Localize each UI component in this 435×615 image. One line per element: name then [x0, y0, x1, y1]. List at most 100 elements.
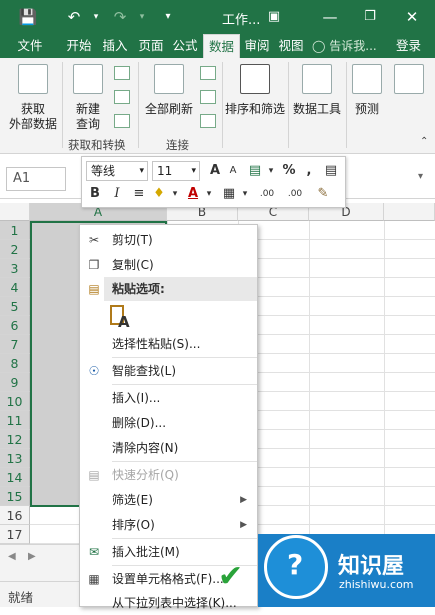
tab-data[interactable]: 数据	[203, 34, 240, 58]
redo-dropdown-icon: ▾	[139, 12, 145, 22]
menu-item-sort[interactable]: 排序(O) ▶	[80, 513, 257, 537]
save-icon[interactable]: 💾	[18, 7, 38, 27]
row-header[interactable]: 13	[0, 449, 30, 468]
smart-lookup-icon: ☉	[88, 364, 100, 378]
tab-formulas[interactable]: 公式	[168, 34, 202, 58]
refresh-all-button[interactable]: 全部刷新	[142, 64, 196, 117]
row-header[interactable]: 5	[0, 297, 30, 316]
outline-button[interactable]	[392, 64, 426, 98]
tab-home[interactable]: 开始	[62, 34, 96, 58]
show-queries-icon[interactable]	[114, 66, 130, 80]
lightbulb-icon: ◯	[312, 39, 326, 53]
paste-default-icon[interactable]: A	[110, 305, 132, 331]
row-header[interactable]: 2	[0, 240, 30, 259]
scroll-left-icon[interactable]: ◀	[8, 551, 16, 562]
comment-icon: ✉	[88, 545, 100, 559]
data-tools-button[interactable]: 数据工具	[290, 64, 344, 117]
data-tools-label: 数据工具	[292, 102, 341, 116]
menu-item-pick-from-list[interactable]: 从下拉列表中选择(K)...	[80, 591, 257, 615]
row-header[interactable]: 7	[0, 335, 30, 354]
sign-in-link[interactable]: 登录	[396, 34, 421, 58]
chevron-down-icon[interactable]: ▾	[166, 185, 184, 203]
tab-page-layout[interactable]: 页面	[134, 34, 168, 58]
row-header[interactable]: 12	[0, 430, 30, 449]
chevron-down-icon[interactable]: ▾	[200, 185, 218, 203]
row-header[interactable]: 3	[0, 259, 30, 278]
edit-links-icon[interactable]	[200, 114, 216, 128]
row-header[interactable]: 17	[0, 525, 30, 544]
close-icon[interactable]: ✕	[402, 7, 422, 27]
row-header[interactable]: 9	[0, 373, 30, 392]
new-query-label: 新建 查询	[75, 102, 100, 131]
ribbon-display-icon[interactable]: ▣	[264, 7, 284, 27]
tab-review[interactable]: 审阅	[240, 34, 274, 58]
menu-item-quick-analysis: ▤ 快速分析(Q)	[80, 463, 257, 487]
new-query-button[interactable]: 新建 查询	[66, 64, 110, 132]
chevron-down-icon[interactable]: ▾	[236, 185, 254, 203]
comma-style-icon[interactable]: ,	[300, 162, 318, 180]
menu-item-insert[interactable]: 插入(I)...	[80, 386, 257, 410]
minimize-icon[interactable]: —	[320, 7, 340, 27]
tab-file[interactable]: 文件	[10, 34, 50, 58]
menu-item-delete[interactable]: 删除(D)...	[80, 411, 257, 435]
tell-me-box[interactable]: ◯ 告诉我...	[312, 34, 377, 58]
row-header[interactable]: 1	[0, 221, 30, 240]
italic-button[interactable]: I	[108, 185, 126, 203]
tab-insert[interactable]: 插入	[98, 34, 132, 58]
row-header[interactable]: 16	[0, 506, 30, 525]
sort-filter-label: 排序和筛选	[224, 102, 285, 116]
chevron-down-icon[interactable]: ▾	[262, 162, 280, 180]
increase-decimal-icon[interactable]: .00	[254, 185, 280, 203]
sort-filter-button[interactable]: 排序和筛选	[224, 64, 286, 117]
context-menu: ✂ 剪切(T) ❐ 复制(C) ▤ 粘贴选项: A 选择性粘贴(S)... ☉ …	[79, 224, 258, 610]
redo-icon: ↷	[113, 8, 127, 26]
row-header[interactable]: 4	[0, 278, 30, 297]
row-header[interactable]: 14	[0, 468, 30, 487]
menu-separator	[112, 357, 257, 358]
undo-dropdown-icon[interactable]: ▾	[86, 7, 106, 27]
row-header[interactable]: 11	[0, 411, 30, 430]
grow-font-icon[interactable]: A	[206, 162, 224, 180]
row-header[interactable]: 8	[0, 354, 30, 373]
format-painter-brush-icon[interactable]: ✎	[314, 185, 332, 203]
row-header[interactable]: 15	[0, 487, 30, 506]
expand-formula-bar-icon[interactable]: ▾	[418, 171, 423, 182]
menu-item-smart-lookup[interactable]: ☉ 智能查找(L)	[80, 359, 257, 383]
menu-item-filter[interactable]: 筛选(E) ▶	[80, 488, 257, 512]
select-all-corner[interactable]	[0, 203, 30, 221]
menu-item-cut[interactable]: ✂ 剪切(T)	[80, 228, 257, 252]
font-size-box[interactable]: 11 ▾	[152, 161, 200, 181]
clipboard-icon: ▤	[88, 282, 100, 296]
collapse-ribbon-icon[interactable]: ⌃	[420, 136, 428, 147]
recent-sources-icon[interactable]	[114, 114, 130, 128]
properties-icon[interactable]	[200, 90, 216, 104]
forecast-button[interactable]: 预测	[350, 64, 384, 117]
menu-item-clear-contents[interactable]: 清除内容(N)	[80, 436, 257, 460]
connections-icon[interactable]	[200, 66, 216, 80]
external-data-icon	[18, 64, 48, 94]
bold-button[interactable]: B	[86, 185, 104, 203]
undo-icon[interactable]: ↶	[64, 7, 84, 27]
decrease-decimal-icon[interactable]: .00	[282, 185, 308, 203]
watermark-name: 知识屋	[338, 554, 405, 579]
watermark-url: zhishiwu.com	[339, 578, 414, 591]
shrink-font-icon[interactable]: A	[224, 162, 242, 180]
menu-item-paste-special[interactable]: 选择性粘贴(S)...	[80, 332, 257, 356]
align-center-icon[interactable]: ≡	[130, 185, 148, 203]
get-external-data-button[interactable]: 获取 外部数据	[4, 64, 62, 132]
customize-toolbar-icon[interactable]: ▾	[158, 7, 178, 27]
tab-view[interactable]: 视图	[274, 34, 308, 58]
chevron-down-icon: ▾	[139, 166, 144, 176]
name-box[interactable]: A1	[6, 167, 66, 191]
row-header[interactable]: 10	[0, 392, 30, 411]
format-painter-icon[interactable]: ▤	[322, 162, 340, 180]
row-header[interactable]: 6	[0, 316, 30, 335]
watermark-logo: ?	[264, 535, 328, 599]
restore-icon[interactable]: ❐	[360, 7, 380, 27]
from-table-icon[interactable]	[114, 90, 130, 104]
menu-item-copy[interactable]: ❐ 复制(C)	[80, 253, 257, 277]
font-name-box[interactable]: 等线 ▾	[86, 161, 148, 181]
scroll-right-icon[interactable]: ▶	[28, 551, 36, 562]
percent-style-icon[interactable]: %	[280, 162, 298, 180]
column-header-e[interactable]	[384, 203, 435, 221]
